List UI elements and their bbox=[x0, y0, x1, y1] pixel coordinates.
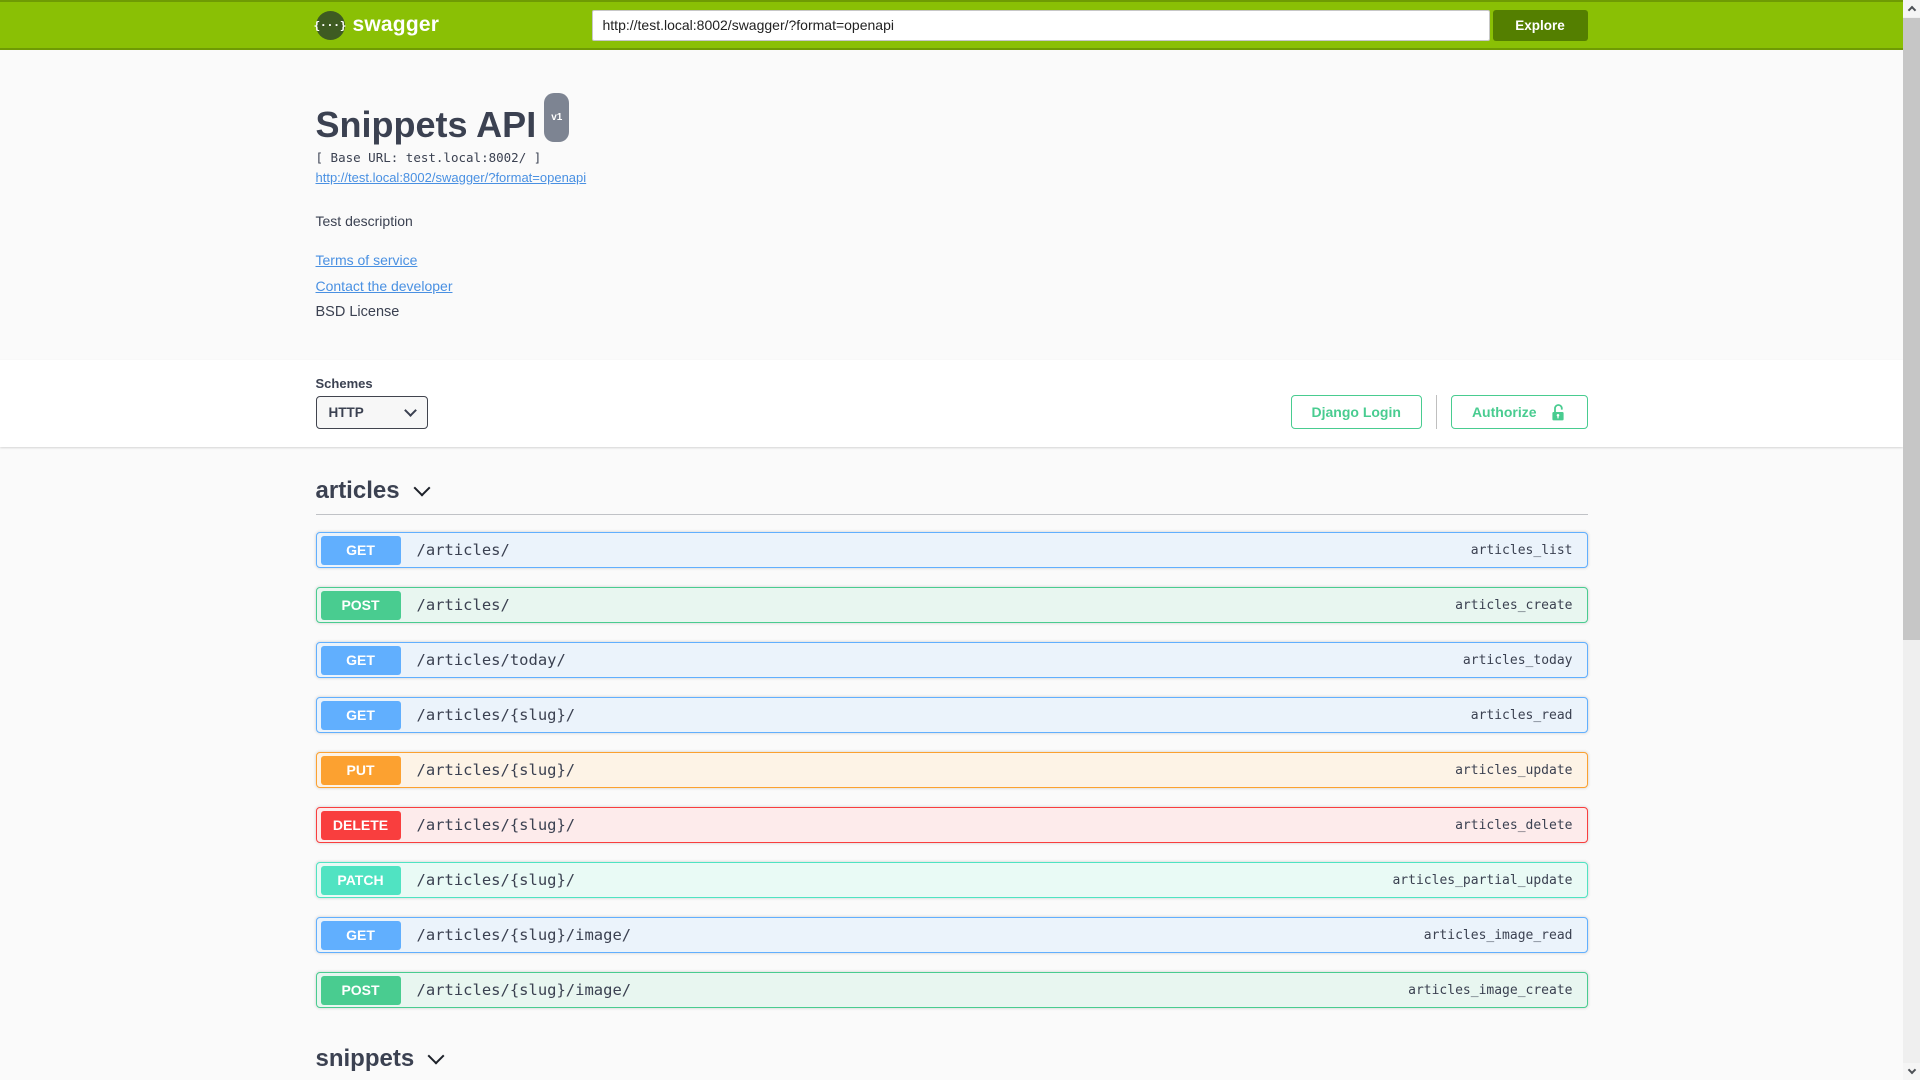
operations-list: GET /articles/ articles_list POST /artic… bbox=[315, 515, 1588, 1008]
spec-url-input[interactable] bbox=[591, 9, 1490, 41]
operation-path: /articles/ bbox=[416, 541, 510, 559]
authorize-button[interactable]: Authorize bbox=[1450, 395, 1588, 429]
scroll-up-icon bbox=[1907, 5, 1916, 15]
scrollbar-up-button[interactable] bbox=[1903, 0, 1920, 17]
swagger-logo-text: swagger bbox=[352, 13, 440, 36]
auth-wrapper: Django Login Authorize bbox=[1290, 395, 1588, 429]
scheme-select-value: HTTP bbox=[328, 405, 364, 420]
operation-path: /articles/{slug}/ bbox=[416, 816, 576, 834]
scrollbar-down-button[interactable] bbox=[1903, 1063, 1920, 1080]
operation-id: articles_read bbox=[1470, 707, 1573, 723]
operation-path: /articles/today/ bbox=[416, 651, 566, 669]
method-badge: PATCH bbox=[320, 865, 401, 895]
operation-id: articles_create bbox=[1455, 597, 1573, 613]
operation-id: articles_update bbox=[1455, 762, 1573, 778]
method-badge: DELETE bbox=[320, 810, 401, 840]
operation-row[interactable]: DELETE /articles/{slug}/ articles_delete bbox=[315, 807, 1588, 843]
operation-row[interactable]: PATCH /articles/{slug}/ articles_partial… bbox=[315, 862, 1588, 898]
method-badge: GET bbox=[320, 920, 401, 950]
download-url-form: Explore bbox=[591, 9, 1588, 41]
method-badge: GET bbox=[320, 535, 401, 565]
api-section: articles GET /articles/ articles_list PO… bbox=[315, 477, 1588, 1045]
schemes-label: Schemes bbox=[315, 376, 373, 391]
scheme-select[interactable]: HTTP bbox=[315, 396, 428, 429]
operation-path: /articles/{slug}/image/ bbox=[416, 981, 632, 999]
operation-path: /articles/ bbox=[416, 596, 510, 614]
method-badge: POST bbox=[320, 590, 401, 620]
base-url: [ Base URL: test.local:8002/ ] bbox=[315, 150, 542, 165]
operation-path: /articles/{slug}/ bbox=[416, 706, 576, 724]
swagger-ui-page: {···} swagger Explore Snippets APIv1 [ B… bbox=[0, 0, 1903, 1080]
scheme-container: Schemes HTTP Django Login Authorize bbox=[0, 360, 1903, 447]
scrollbar bbox=[1903, 0, 1920, 1080]
method-badge: GET bbox=[320, 645, 401, 675]
operation-id: articles_delete bbox=[1455, 817, 1573, 833]
django-login-button[interactable]: Django Login bbox=[1290, 395, 1422, 429]
swagger-logo-icon: {···} bbox=[313, 10, 347, 40]
section-heading[interactable]: snippets bbox=[316, 1045, 1588, 1080]
operation-row[interactable]: GET /articles/{slug}/ articles_read bbox=[315, 697, 1588, 733]
operation-id: articles_image_read bbox=[1423, 927, 1573, 943]
method-badge: PUT bbox=[320, 755, 401, 785]
api-description: Test description bbox=[315, 213, 413, 229]
unlock-icon bbox=[1549, 403, 1567, 422]
terms-of-service-link[interactable]: Terms of service bbox=[316, 252, 418, 268]
scrollbar-thumb[interactable] bbox=[1903, 18, 1920, 640]
authorize-label: Authorize bbox=[1471, 404, 1537, 420]
django-login-label: Django Login bbox=[1311, 404, 1401, 420]
api-info: Snippets API v1 [ Base URL: test.local:80… bbox=[316, 50, 1588, 320]
topbar: {···} swagger Explore bbox=[0, 0, 1903, 50]
operation-id: articles_today bbox=[1462, 652, 1573, 668]
operation-row[interactable]: GET /articles/today/ articles_today bbox=[315, 642, 1588, 678]
swagger-logo: {···} swagger bbox=[313, 10, 440, 40]
operation-row[interactable]: PUT /articles/{slug}/ articles_update bbox=[315, 752, 1588, 788]
operation-id: articles_list bbox=[1470, 542, 1573, 558]
operation-id: articles_image_create bbox=[1408, 982, 1573, 998]
version-badge: v1 bbox=[544, 93, 570, 142]
chevron-down-icon bbox=[403, 403, 417, 417]
operation-row[interactable]: GET /articles/{slug}/image/ articles_ima… bbox=[315, 917, 1588, 953]
chevron-down-icon bbox=[427, 1047, 445, 1064]
operation-path: /articles/{slug}/image/ bbox=[416, 926, 632, 944]
section-title: articles bbox=[315, 477, 400, 504]
operation-path: /articles/{slug}/ bbox=[416, 871, 576, 889]
method-badge: GET bbox=[320, 700, 401, 730]
operation-row[interactable]: GET /articles/ articles_list bbox=[315, 532, 1588, 568]
api-sections: articles GET /articles/ articles_list PO… bbox=[315, 447, 1588, 1080]
explore-button[interactable]: Explore bbox=[1492, 9, 1588, 41]
api-section: snippets GET /snippets/ snippets_list bbox=[316, 1045, 1588, 1080]
contact-developer-link[interactable]: Contact the developer bbox=[316, 278, 453, 294]
method-badge: POST bbox=[320, 975, 401, 1005]
operation-row[interactable]: POST /articles/{slug}/image/ articles_im… bbox=[315, 972, 1588, 1008]
section-heading[interactable]: articles bbox=[315, 477, 1588, 515]
spec-link[interactable]: http://test.local:8002/swagger/?format=o… bbox=[316, 170, 587, 185]
schemes-block: Schemes HTTP bbox=[315, 376, 428, 429]
chevron-down-icon bbox=[413, 479, 431, 496]
operation-path: /articles/{slug}/ bbox=[416, 761, 576, 779]
auth-divider bbox=[1435, 395, 1437, 429]
section-title: snippets bbox=[315, 1045, 415, 1072]
operation-row[interactable]: POST /articles/ articles_create bbox=[315, 587, 1588, 623]
operation-id: articles_partial_update bbox=[1392, 872, 1573, 888]
license-text: BSD License bbox=[315, 304, 400, 320]
api-title: Snippets API v1 bbox=[316, 93, 1588, 146]
scroll-down-icon bbox=[1907, 1065, 1916, 1075]
